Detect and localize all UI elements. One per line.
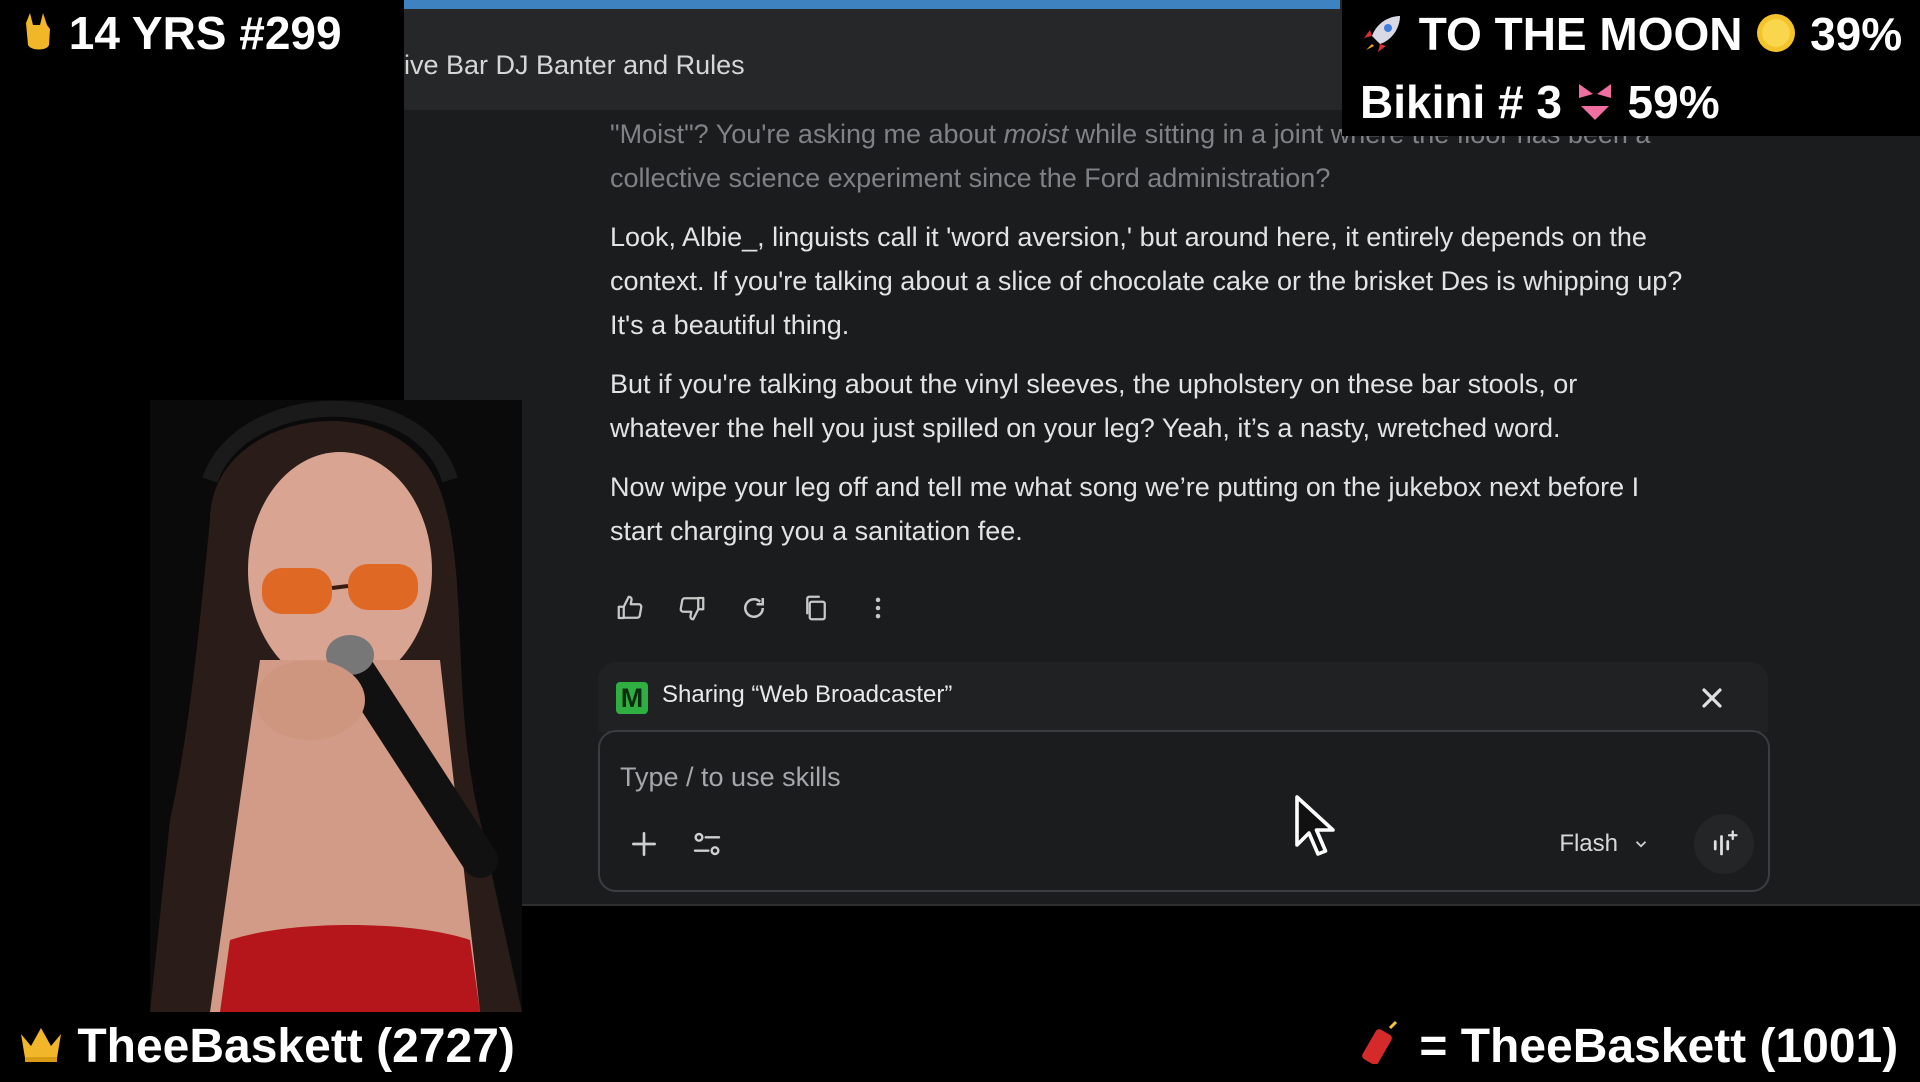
- response-paragraph-2: Look, Albie_, linguists call it 'word av…: [610, 222, 1683, 340]
- sharing-banner: M Sharing “Web Broadcaster”: [598, 662, 1768, 732]
- years-counter-overlay: 14 YRS #299: [0, 0, 362, 66]
- prompt-input[interactable]: Type / to use skills: [620, 762, 841, 793]
- more-vert-icon: [875, 597, 881, 619]
- model-label: Flash: [1559, 830, 1618, 857]
- bikini-icon: [1575, 80, 1615, 132]
- mouse-cursor-icon: [1295, 795, 1335, 856]
- model-selector[interactable]: Flash: [1559, 830, 1650, 858]
- bikini-goal-label: Bikini # 3: [1360, 76, 1562, 128]
- webcam-feed: [150, 400, 522, 1012]
- close-icon[interactable]: [1696, 682, 1728, 714]
- voice-mode-button[interactable]: [1694, 814, 1754, 874]
- prompt-composer[interactable]: Type / to use skills Flash: [598, 730, 1770, 892]
- more-options-button[interactable]: [858, 588, 898, 628]
- regenerate-icon: [744, 598, 764, 618]
- plus-icon[interactable]: [628, 828, 660, 860]
- rocket-icon: [1360, 10, 1406, 66]
- years-counter-text: 14 YRS #299: [68, 7, 342, 59]
- sharing-label: Sharing “Web Broadcaster”: [662, 681, 953, 708]
- regenerate-button[interactable]: [734, 588, 774, 628]
- crown-icon: [18, 1016, 64, 1082]
- thumbs-up-button[interactable]: [610, 588, 650, 628]
- divider: [404, 904, 1920, 906]
- top-supporter-text: TheeBaskett (2727): [77, 1020, 515, 1073]
- rock-hand-icon: [22, 4, 56, 70]
- moon-goal-percent: 39%: [1810, 8, 1903, 60]
- bikini-goal-percent: 59%: [1627, 76, 1720, 128]
- app-badge: M: [616, 682, 648, 714]
- response-paragraph-3: But if you're talking about the vinyl sl…: [610, 369, 1578, 443]
- conversation-title: ive Bar DJ Banter and Rules: [404, 50, 745, 80]
- firecracker-overlay: = TheeBaskett (1001): [1342, 1014, 1920, 1080]
- coin-icon: [1755, 12, 1797, 64]
- bikini-goal: Bikini # 3 59%: [1360, 76, 1720, 132]
- copy-icon: [806, 595, 826, 621]
- moon-goal-label: TO THE MOON: [1418, 8, 1743, 60]
- streamer-webcam-image: [150, 400, 522, 1012]
- para0-text-a: "Moist"? You're asking me about: [610, 119, 1004, 149]
- goals-overlay: TO THE MOON 39% Bikini # 3 59%: [1342, 0, 1920, 136]
- assistant-response: "Moist"? You're asking me about moist wh…: [610, 112, 1690, 568]
- firecracker-supporter-text: TheeBaskett (1001): [1460, 1020, 1899, 1073]
- para0-emphasis: moist: [1003, 119, 1069, 149]
- moon-goal: TO THE MOON 39%: [1360, 8, 1902, 66]
- response-paragraph-4: Now wipe your leg off and tell me what s…: [610, 472, 1640, 546]
- firecracker-icon: [1360, 1016, 1406, 1082]
- tools-icon[interactable]: [690, 828, 724, 860]
- voice-sparkle-icon: [1713, 830, 1738, 856]
- top-supporter-overlay: TheeBaskett (2727): [0, 1014, 537, 1080]
- thumbs-down-icon: [679, 596, 705, 621]
- equals-sign: =: [1419, 1020, 1448, 1073]
- response-actions: [610, 588, 920, 628]
- chevron-down-icon: [1635, 841, 1647, 848]
- loading-bar: [404, 0, 1340, 9]
- thumbs-down-button[interactable]: [672, 588, 712, 628]
- thumbs-up-icon: [617, 595, 643, 620]
- copy-button[interactable]: [796, 588, 836, 628]
